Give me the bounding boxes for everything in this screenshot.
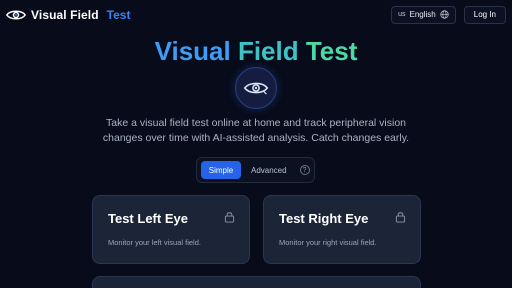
lock-icon	[395, 212, 406, 223]
hero-tagline: Take a visual field test online at home …	[102, 117, 410, 144]
page-title: Visual Field Test	[0, 36, 512, 66]
eye-icon	[243, 82, 269, 95]
mode-toggle: Simple Advanced ?	[196, 157, 315, 183]
mode-advanced-button[interactable]: Advanced	[245, 161, 293, 179]
card-title: Test Left Eye	[108, 211, 188, 226]
test-left-eye-card[interactable]: Test Left Eye Monitor your left visual f…	[92, 195, 250, 264]
card-description: Monitor your left visual field.	[108, 238, 201, 247]
test-right-eye-card[interactable]: Test Right Eye Monitor your right visual…	[263, 195, 421, 264]
brand-logo[interactable]: Visual Field Test	[6, 8, 130, 22]
help-icon[interactable]: ?	[299, 165, 310, 175]
eye-logo-icon	[6, 10, 26, 19]
title-word-test: Test	[305, 36, 358, 66]
login-button[interactable]: Log In	[463, 5, 506, 24]
card-description: Monitor your right visual field.	[279, 238, 377, 247]
language-code: us	[398, 11, 406, 18]
language-label: English	[409, 10, 436, 19]
globe-icon	[440, 10, 449, 19]
brand-name-accent: Test	[106, 7, 131, 22]
title-word-field: Field	[237, 36, 299, 66]
header-actions: us English Log In	[391, 5, 506, 24]
next-card-partial[interactable]	[92, 276, 421, 288]
title-word-visual: Visual	[154, 36, 231, 66]
lock-icon	[224, 212, 235, 223]
brand-name: Visual Field	[31, 7, 99, 22]
top-bar: Visual Field Test us English Log In	[0, 0, 512, 29]
mode-simple-button[interactable]: Simple	[201, 161, 241, 179]
card-title: Test Right Eye	[279, 211, 369, 226]
hero-eye-badge	[235, 67, 277, 109]
language-selector[interactable]: us English	[391, 5, 456, 24]
